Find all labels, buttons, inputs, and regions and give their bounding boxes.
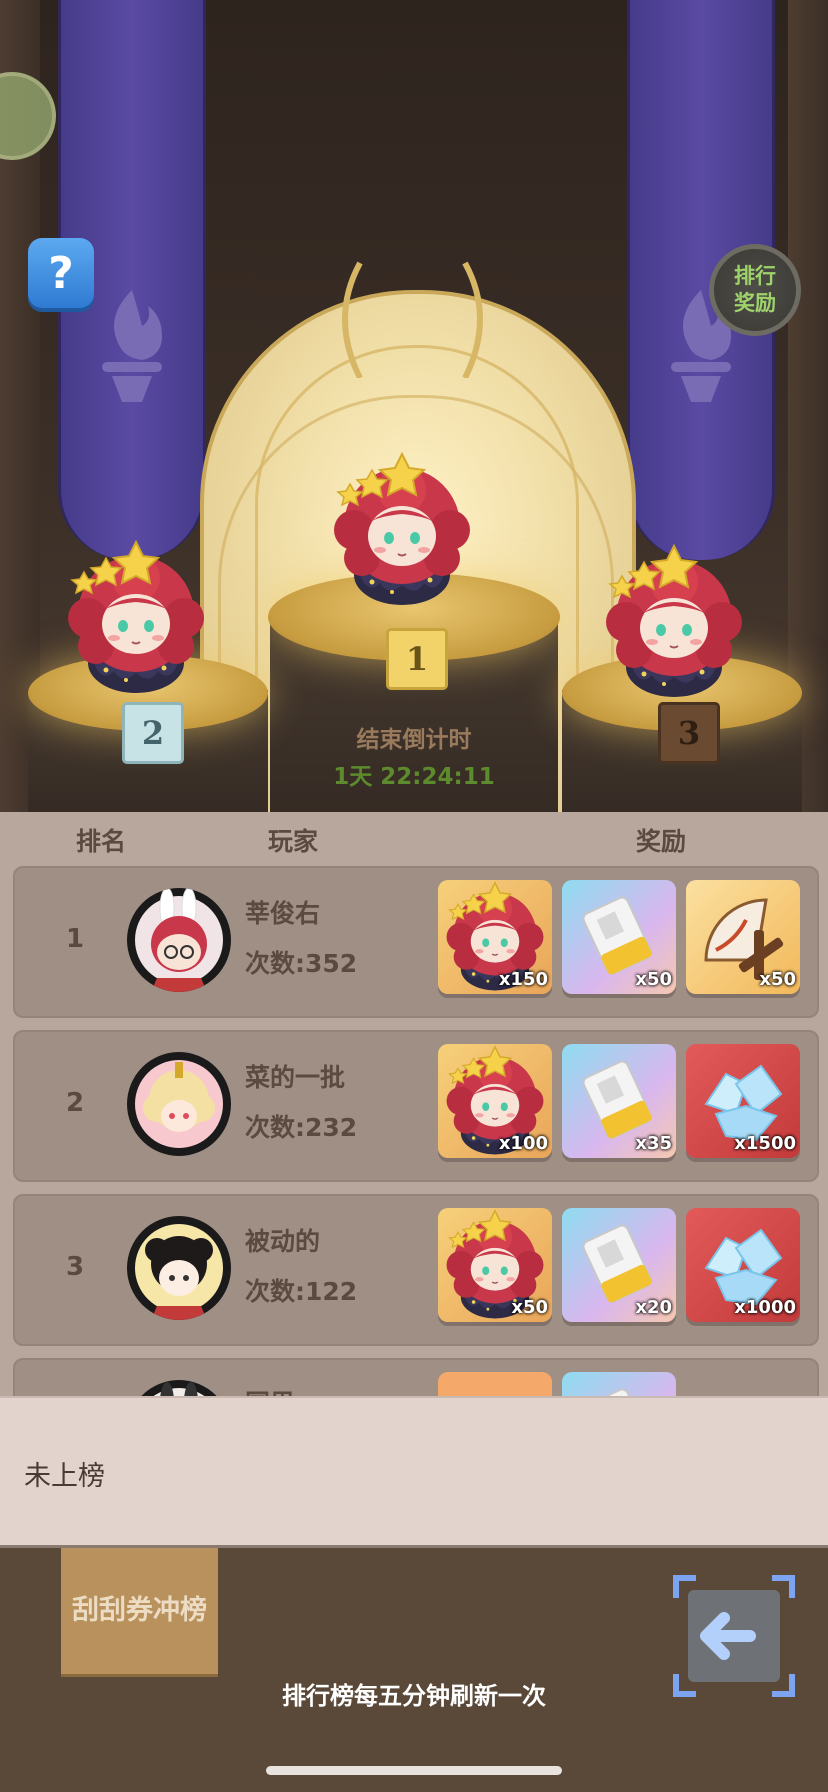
table-row[interactable]: 3 被动的 次数:122 x50 x20 x1000 [13,1194,819,1346]
dome-horn [462,261,483,378]
avatar[interactable] [127,1216,231,1320]
back-arrow-icon[interactable] [672,1574,796,1698]
dome-horn [342,261,363,378]
player-score: 次数:232 [245,1113,358,1142]
podium-stage [0,0,828,812]
player-score: 次数:352 [245,949,358,978]
avatar[interactable] [127,888,231,992]
reward-character-tile[interactable]: x50 [438,1208,552,1322]
reward-ticket-tile[interactable]: x20 [562,1208,676,1322]
reward-qty: x35 [635,1133,672,1154]
player-name: 被动的 [245,1227,321,1256]
avatar[interactable] [127,1052,231,1156]
rank-reward-label: 奖励 [734,291,776,315]
top-player-2-figure[interactable] [66,538,206,698]
rank-1-cube: 1 [386,628,448,690]
rank-reward-button[interactable]: 排行 奖励 [709,244,801,336]
my-rank-status: 未上榜 [24,1461,105,1492]
top-player-3-figure[interactable] [604,542,744,702]
reward-qty: x50 [759,969,796,990]
reward-qty: x50 [635,969,672,990]
reward-diamond-tile[interactable]: x1000 [686,1208,800,1322]
reward-ticket-tile[interactable]: x35 [562,1044,676,1158]
rank-reward-label: 排行 [734,264,776,288]
row-rank: 1 [65,924,85,954]
scratch-rank-button[interactable]: 刮刮券冲榜 [61,1548,218,1674]
table-row[interactable]: 1 莘俊右 次数:352 x150 x50 x50 [13,866,819,1018]
top-player-1-figure[interactable] [332,450,472,610]
header-reward: 奖励 [636,827,687,856]
player-name: 菜的一批 [245,1063,346,1092]
reward-qty: x150 [498,969,548,990]
countdown-timer: 1天 22:24:11 [333,764,495,790]
header-rank: 排名 [76,827,127,856]
reward-qty: x50 [511,1297,548,1318]
torch-icon [102,290,162,402]
player-name: 莘俊右 [245,899,321,928]
row-rank: 3 [65,1252,85,1282]
header-player: 玩家 [268,827,319,856]
reward-fan-tile[interactable]: x50 [686,880,800,994]
reward-diamond-tile[interactable]: x1500 [686,1044,800,1158]
home-indicator [266,1766,562,1775]
help-button[interactable]: ? [28,238,94,308]
table-row[interactable]: 2 菜的一批 次数:232 x100 x35 x1500 [13,1030,819,1182]
reward-qty: x100 [498,1133,548,1154]
reward-character-tile[interactable]: x150 [438,880,552,994]
row-rank: 2 [65,1088,85,1118]
reward-ticket-tile[interactable]: x50 [562,880,676,994]
reward-qty: x1500 [734,1133,796,1154]
reward-qty: x20 [635,1297,672,1318]
reward-character-tile[interactable]: x100 [438,1044,552,1158]
reward-qty: x1000 [734,1297,796,1318]
player-score: 次数:122 [245,1277,358,1306]
my-rank-bar: 未上榜 [0,1396,828,1548]
countdown-label: 结束倒计时 [356,727,472,753]
